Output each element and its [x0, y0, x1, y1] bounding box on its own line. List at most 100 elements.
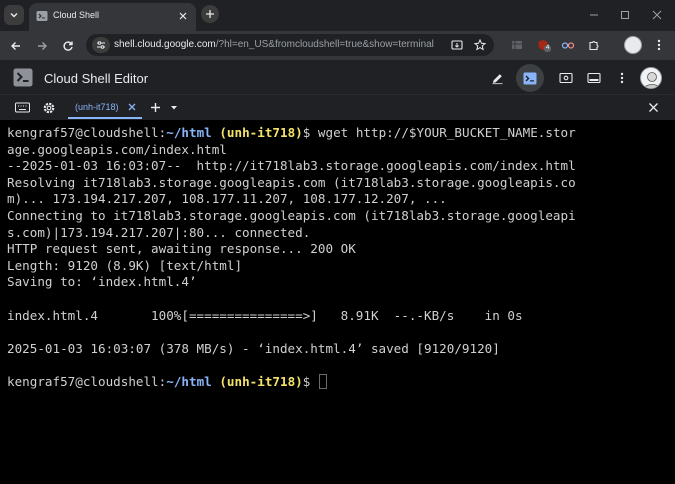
tab-title: Cloud Shell — [53, 10, 100, 20]
grid-icon — [512, 41, 522, 49]
back-button[interactable] — [6, 36, 26, 56]
pencil-icon — [492, 73, 502, 84]
keyboard-icon — [14, 102, 30, 113]
terminal-tab-menu-button[interactable] — [166, 100, 182, 115]
reload-button[interactable] — [58, 36, 78, 56]
terminal-line-text: m)... 173.194.217.207, 108.177.11.207, 1… — [7, 191, 447, 207]
chevron-down-icon — [10, 13, 18, 18]
tune-icon — [97, 41, 105, 49]
user-portrait-icon — [644, 72, 660, 88]
minimize-button[interactable] — [585, 6, 603, 24]
new-tab-button[interactable] — [201, 5, 219, 23]
profile-avatar[interactable] — [624, 36, 642, 54]
terminal-line-text: Saving to: ‘index.html.4’ — [7, 274, 197, 290]
terminal-line-text: HTTP request sent, awaiting response... … — [7, 241, 356, 257]
forward-button[interactable] — [32, 36, 52, 56]
account-avatar[interactable] — [640, 67, 662, 89]
terminal-tab-close-button[interactable] — [126, 101, 138, 113]
bookmark-button[interactable] — [472, 37, 488, 53]
terminal-line: 2025-01-03 16:03:07 (378 MB/s) - ‘index.… — [7, 341, 675, 358]
minimize-icon — [590, 14, 598, 16]
more-vert-icon — [657, 39, 661, 51]
gear-icon — [43, 102, 55, 113]
new-terminal-tab-button[interactable] — [147, 100, 163, 115]
prompt-user: kengraf57@cloudshell — [7, 373, 159, 389]
cloud-shell-icon — [36, 11, 48, 21]
layout-icon — [587, 72, 601, 84]
terminal-line-text: age.googleapis.com/index.html — [7, 141, 227, 157]
cloud-shell-logo-icon — [13, 68, 33, 87]
terminal-line-text: 2025-01-03 16:03:07 (378 MB/s) - ‘index.… — [7, 340, 500, 356]
terminal-line: age.googleapis.com/index.html — [7, 142, 675, 159]
browser-tab-strip: Cloud Shell — [0, 0, 675, 31]
prompt-path: ~/html — [166, 373, 212, 389]
terminal-output[interactable]: kengraf57@cloudshell:~/html (unh-it718)$… — [0, 120, 675, 484]
plus-icon — [150, 103, 160, 112]
url-text: shell.cloud.google.com/?hl=en_US&fromclo… — [114, 39, 434, 50]
address-bar[interactable]: shell.cloud.google.com/?hl=en_US&fromclo… — [86, 34, 494, 56]
cloud-shell-header: Cloud Shell Editor — [0, 60, 675, 95]
terminal-prompt-line: kengraf57@cloudshell:~/html (unh-it718)$… — [7, 125, 675, 142]
terminal-line: m)... 173.194.217.207, 108.177.11.207, 1… — [7, 191, 675, 208]
terminal-line-text: Connecting to it718lab3.storage.googleap… — [7, 207, 576, 223]
maximize-button[interactable] — [616, 6, 634, 24]
layout-button[interactable] — [583, 67, 605, 89]
terminal-line-text: s.com)|173.194.217.207|:80... connected. — [7, 224, 311, 240]
close-icon — [179, 12, 187, 20]
terminal-line: Length: 9120 (8.9K) [text/html] — [7, 258, 675, 275]
terminal-line: Saving to: ‘index.html.4’ — [7, 274, 675, 291]
tab-terminal-session[interactable]: (unh-it718) — [68, 97, 142, 119]
glasses-icon — [561, 42, 575, 49]
prompt-user: kengraf57@cloudshell — [7, 125, 159, 140]
prompt-dollar: $ — [302, 373, 318, 389]
terminal-line: --2025-01-03 16:03:07-- http://it718lab3… — [7, 158, 675, 175]
command-text: wget http://$YOUR_BUCKET_NAME.stor — [317, 125, 576, 140]
prompt-project: (unh-it718) — [219, 125, 303, 140]
url-host: shell.cloud.google.com — [114, 39, 216, 50]
tab-search-button[interactable] — [4, 5, 24, 25]
url-path: /?hl=en_US&fromcloudshell=true&show=term… — [215, 39, 434, 50]
terminal-icon — [523, 72, 537, 84]
terminal-line: Resolving it718lab3.storage.googleapis.c… — [7, 175, 675, 192]
extension-ublock-button[interactable]: 4 — [534, 36, 552, 54]
arrow-left-icon — [11, 42, 20, 50]
extension-badge: 4 — [544, 45, 552, 52]
extension-glasses-button[interactable] — [559, 36, 577, 54]
install-app-button[interactable] — [449, 37, 465, 53]
terminal-settings-button[interactable] — [41, 100, 57, 115]
open-editor-button[interactable] — [486, 67, 508, 89]
more-vert-icon — [620, 72, 624, 84]
terminal-tab-bar: (unh-it718) — [0, 95, 675, 120]
reload-icon — [63, 41, 73, 51]
open-terminal-button[interactable] — [516, 64, 544, 92]
prompt-dollar: $ — [302, 125, 318, 140]
close-window-button[interactable] — [648, 6, 666, 24]
terminal-line: Connecting to it718lab3.storage.googleap… — [7, 208, 675, 225]
page-title: Cloud Shell Editor — [44, 71, 149, 86]
terminal-line-text: --2025-01-03 16:03:07-- http://it718lab3… — [7, 158, 576, 174]
terminal-tab-label: (unh-it718) — [75, 102, 119, 112]
web-preview-button[interactable] — [555, 67, 577, 89]
terminal-cursor — [318, 373, 327, 389]
prompt-path: ~/html — [166, 125, 212, 140]
close-terminal-panel-button[interactable] — [645, 100, 661, 115]
site-info-button[interactable] — [92, 37, 110, 53]
browser-tab[interactable]: Cloud Shell — [29, 3, 196, 31]
install-app-icon — [451, 40, 463, 50]
terminal-line: index.html.4 100%[===============>] 8.91… — [7, 308, 675, 325]
keyboard-button[interactable] — [14, 100, 30, 115]
more-options-button[interactable] — [611, 67, 633, 89]
web-preview-icon — [559, 72, 573, 84]
browser-menu-button[interactable] — [650, 36, 668, 54]
close-icon — [128, 103, 136, 111]
terminal-line-text: Resolving it718lab3.storage.googleapis.c… — [7, 174, 576, 190]
puzzle-icon — [589, 41, 599, 51]
terminal-prompt-line: kengraf57@cloudshell:~/html (unh-it718)$ — [7, 373, 675, 391]
caret-down-icon — [171, 105, 177, 109]
extensions-menu-button[interactable] — [585, 36, 603, 54]
tab-close-button[interactable] — [176, 9, 190, 23]
extension-button[interactable] — [508, 36, 526, 54]
arrow-right-icon — [38, 42, 47, 50]
